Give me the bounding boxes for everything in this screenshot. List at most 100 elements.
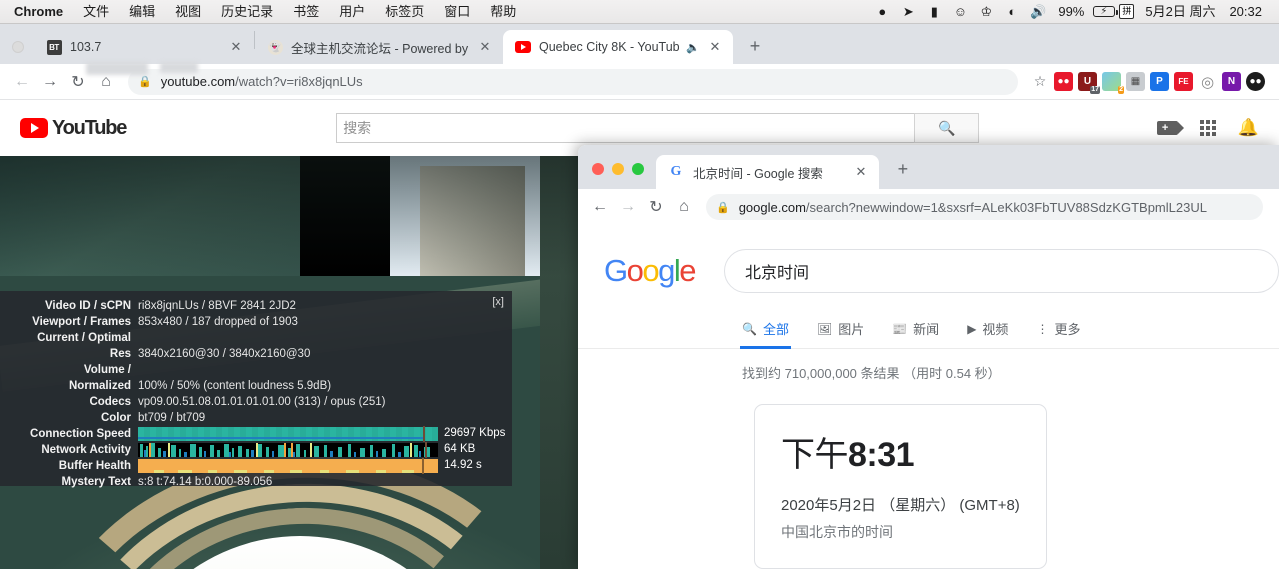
stats-key: Video ID / sCPN [44,300,131,312]
tab-audio-icon[interactable]: 🔈 [685,41,701,54]
stats-row-codecs: Codecs vp09.00.51.08.01.01.01.01.00 (313… [0,395,502,410]
url-domain: youtube.com [160,74,236,89]
tab-videos[interactable]: ▶ 视频 [967,319,1024,348]
menubar-clock[interactable]: 20:32 [1222,0,1269,24]
youtube-play-icon [20,118,48,138]
new-tab-button[interactable]: + [889,155,917,183]
youtube-search-button[interactable]: 🔍 [914,113,980,143]
stats-row-current-optimal: Current / Optimal [0,331,502,346]
google-window-controls [578,163,656,189]
close-window-button[interactable] [592,163,604,175]
colorpicker-extension-icon[interactable]: 2 [1102,72,1124,94]
tab-close-icon[interactable]: ✕ [707,39,723,55]
menu-window[interactable]: 窗口 [434,0,480,24]
stats-value: s:8 t:74.14 b:0.000-89.056 [138,476,273,488]
tab-label: 图片 [838,322,865,337]
window-button-placeholder[interactable] [12,41,24,53]
battery-icon[interactable]: ⚡ [1093,6,1118,17]
forward-arrow-icon[interactable]: → [36,68,64,96]
bookmark-star-icon[interactable]: ☆ [1026,73,1054,90]
screenshot-extension-icon[interactable]: ▦ [1126,72,1145,91]
stats-row-color: Color bt709 / bt709 [0,411,502,426]
stats-key: Mystery Text [61,476,131,488]
tab-images[interactable]: 🖼 图片 [817,319,880,348]
url-path: /watch?v=ri8x8jqnLUs [235,74,363,89]
reload-icon[interactable]: ↻ [642,193,670,221]
menu-profiles[interactable]: 用户 [329,0,375,24]
network-activity-marker [425,442,427,458]
ublock-origin-extension-icon[interactable]: U 17 [1078,72,1100,94]
menubar-date[interactable]: 5月2日 周六 [1138,0,1222,24]
menu-edit[interactable]: 编辑 [119,0,165,24]
tab-quebec-city-youtube[interactable]: Quebec City 8K - YouTube 🔈 ✕ [503,30,733,64]
google-search-input[interactable]: 北京时间 [724,249,1279,293]
video-player[interactable]: [x] Video ID / sCPN ri8x8jqnLUs / 8BVF 2… [0,156,578,569]
tab-label: 新闻 [913,322,940,337]
tab-bt-panel[interactable]: BT 103.7 ✕ [34,30,254,64]
volume-icon[interactable]: 🔊 [1025,0,1051,24]
back-arrow-icon[interactable]: ← [8,68,36,96]
adblock-extension-icon[interactable]: ●● [1054,72,1073,91]
stats-for-nerds-overlay[interactable]: [x] Video ID / sCPN ri8x8jqnLUs / 8BVF 2… [0,291,512,488]
tab-news[interactable]: 📰 新闻 [892,319,955,348]
stats-key: Connection Speed [30,428,131,440]
circle-extension-icon[interactable]: ◎ [1198,72,1217,91]
bell-icon[interactable]: 🔔 [1238,118,1259,138]
tab-close-icon[interactable]: ✕ [853,164,869,180]
pocket-extension-icon[interactable]: P [1150,72,1169,91]
menu-file[interactable]: 文件 [73,0,119,24]
emoji-icon[interactable]: ☺ [947,0,973,24]
stats-value: 100% / 50% (content loudness 5.9dB) [138,380,332,392]
dropbox-icon[interactable]: ● [869,0,895,24]
menu-help[interactable]: 帮助 [480,0,526,24]
back-arrow-icon[interactable]: ← [586,193,614,221]
wifi-icon[interactable]: ◐ [999,0,1025,24]
tab-more[interactable]: ⋮ 更多 [1036,319,1096,348]
tab-title-blur-mask-2 [160,62,198,73]
buffer-health-trace [154,470,414,473]
dark-reader-extension-icon[interactable]: ●● [1246,72,1265,91]
apps-grid-icon[interactable] [1199,120,1216,136]
menu-view[interactable]: 视图 [165,0,211,24]
youtube-logo[interactable]: YouTube [20,116,127,140]
menu-bookmarks[interactable]: 书签 [283,0,329,24]
menu-history[interactable]: 历史记录 [211,0,283,24]
airplay-icon[interactable]: ▮ [921,0,947,24]
home-icon[interactable]: ⌂ [670,193,698,221]
tab-beijing-time-google-search[interactable]: G 北京时间 - Google 搜索 ✕ [656,155,879,189]
network-activity-graph: 64 KB [138,442,475,458]
menu-tab[interactable]: 标签页 [375,0,434,24]
menu-chrome[interactable]: Chrome [0,0,73,24]
telegram-icon[interactable]: ➤ [895,0,921,24]
tab-hostloc-forum[interactable]: 👻 全球主机交流论坛 - Powered by ✕ [255,30,503,64]
maximize-window-button[interactable] [632,163,644,175]
youtube-wordmark: YouTube [52,116,127,139]
tab-close-icon[interactable]: ✕ [477,39,493,55]
ime-indicator[interactable]: 拼 [1119,4,1135,19]
address-bar[interactable]: 🔒 youtube.com/watch?v=ri8x8jqnLUs [128,68,1018,95]
buffer-health-graph: 14.92 s [138,458,482,474]
google-logo[interactable]: Google [604,253,696,289]
new-tab-button[interactable]: + [741,32,769,60]
youtube-header-actions: + 🔔 [1156,118,1263,138]
onenote-extension-icon[interactable]: N [1222,72,1241,91]
vivaldi-icon[interactable]: ♔ [973,0,999,24]
stats-close-button[interactable]: [x] [492,296,504,308]
url-text: google.com/search?newwindow=1&sxsrf=ALeK… [739,200,1207,215]
logo-letter: e [679,253,696,288]
minimize-window-button[interactable] [612,163,624,175]
stats-key: Network Activity [41,444,131,456]
youtube-search-input[interactable]: 搜索 [336,113,915,143]
google-search-window: G 北京时间 - Google 搜索 ✕ + ← → ↻ ⌂ 🔒 google.… [578,145,1279,569]
connection-speed-marker [423,426,425,442]
logo-letter: G [604,253,628,288]
tab-close-icon[interactable]: ✕ [228,39,244,55]
stats-key: Res [109,348,131,360]
google-search-results-page: Google 北京时间 🔍 全部 🖼 图片 📰 新闻 ▶ 视频 ⋮ 更多 找到约… [578,225,1279,569]
create-video-icon[interactable]: + [1156,121,1184,135]
address-bar[interactable]: 🔒 google.com/search?newwindow=1&sxsrf=AL… [706,194,1263,220]
chrome-tabstrip: BT 103.7 ✕ 👻 全球主机交流论坛 - Powered by ✕ Que… [0,24,1279,75]
feedly-extension-icon[interactable]: FE [1174,72,1193,91]
tab-all[interactable]: 🔍 全部 [740,319,805,349]
forward-arrow-icon[interactable]: → [614,193,642,221]
